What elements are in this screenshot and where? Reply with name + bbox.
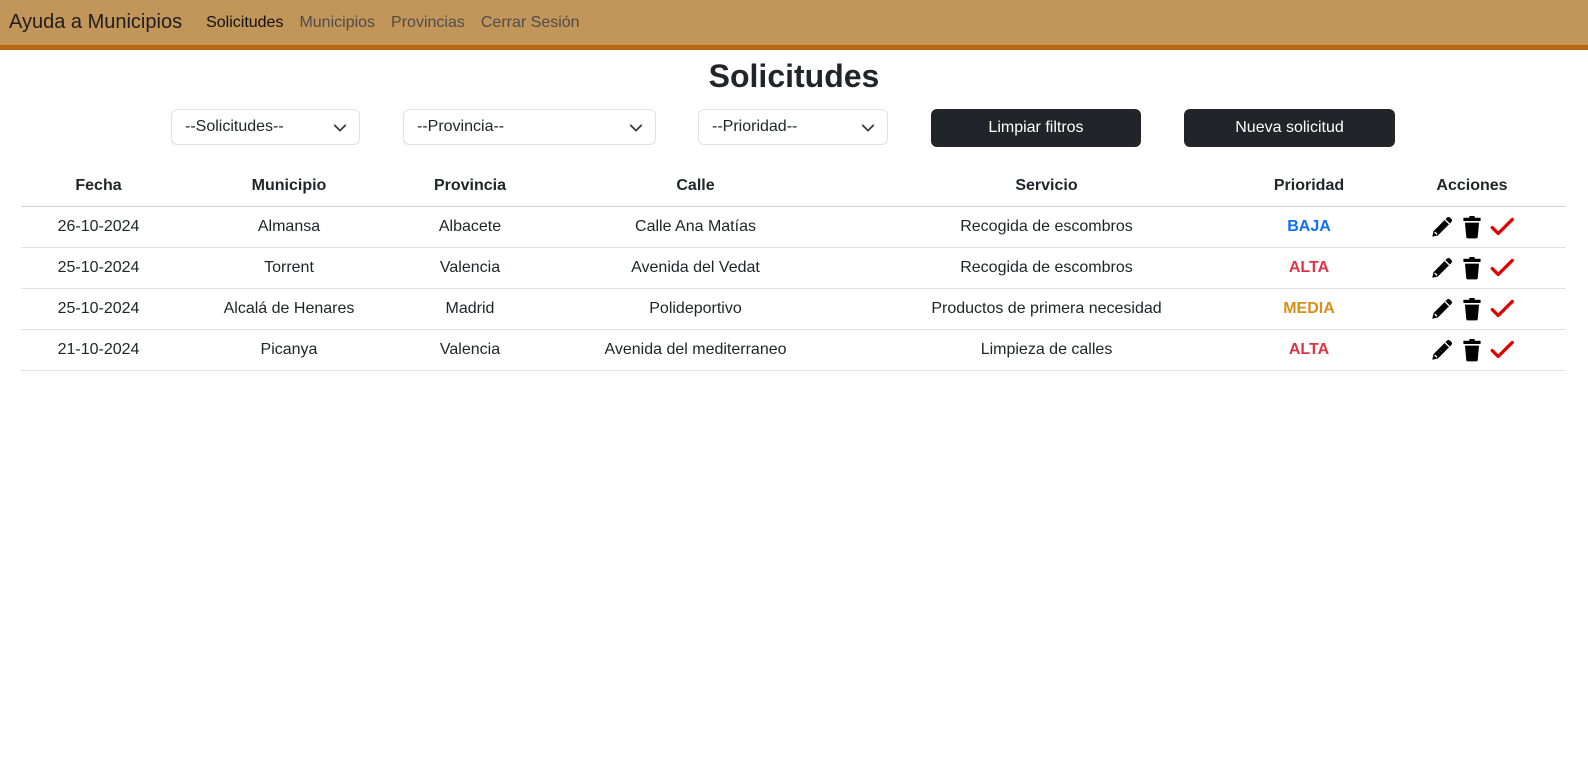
cell-acciones: [1378, 206, 1566, 248]
header-acciones: Acciones: [1378, 166, 1566, 207]
cell-municipio: Torrent: [176, 247, 402, 289]
cell-provincia: Albacete: [402, 206, 538, 248]
table-row: 25-10-2024 Torrent Valencia Avenida del Ved…: [21, 247, 1566, 289]
provincia-select-value: --Provincia--: [417, 118, 505, 135]
cell-prioridad: ALTA: [1240, 247, 1378, 289]
header-fecha: Fecha: [21, 166, 176, 207]
cell-servicio: Recogida de escombros: [853, 206, 1240, 248]
cell-calle: Calle Ana Matías: [538, 206, 853, 248]
trash-icon[interactable]: [1459, 214, 1485, 240]
cell-servicio: Recogida de escombros: [853, 247, 1240, 289]
check-icon[interactable]: [1489, 296, 1515, 322]
header-provincia: Provincia: [402, 166, 538, 207]
header-calle: Calle: [538, 166, 853, 207]
prioridad-select[interactable]: --Prioridad--: [698, 109, 888, 145]
prioridad-select-value: --Prioridad--: [712, 118, 798, 135]
cell-prioridad: ALTA: [1240, 329, 1378, 371]
cell-fecha: 25-10-2024: [21, 247, 176, 289]
chevron-down-icon: [861, 124, 875, 132]
chevron-down-icon: [333, 124, 347, 132]
cell-municipio: Alcalá de Henares: [176, 288, 402, 330]
header-servicio: Servicio: [853, 166, 1240, 207]
cell-calle: Polideportivo: [538, 288, 853, 330]
cell-servicio: Limpieza de calles: [853, 329, 1240, 371]
cell-fecha: 26-10-2024: [21, 206, 176, 248]
pencil-icon[interactable]: [1429, 337, 1455, 363]
trash-icon[interactable]: [1459, 337, 1485, 363]
check-icon[interactable]: [1489, 337, 1515, 363]
pencil-icon[interactable]: [1429, 255, 1455, 281]
cell-acciones: [1378, 247, 1566, 289]
cell-provincia: Valencia: [402, 329, 538, 371]
navbar: Ayuda a Municipios Solicitudes Municipio…: [0, 0, 1588, 50]
solicitudes-select[interactable]: --Solicitudes--: [171, 109, 360, 145]
nav-municipios[interactable]: Municipios: [299, 14, 375, 32]
check-icon[interactable]: [1489, 214, 1515, 240]
cell-prioridad: BAJA: [1240, 206, 1378, 248]
actions-group: [1378, 337, 1566, 363]
page-title: Solicitudes: [708, 58, 880, 94]
cell-calle: Avenida del mediterraneo: [538, 329, 853, 371]
pencil-icon[interactable]: [1429, 296, 1455, 322]
actions-group: [1378, 255, 1566, 281]
cell-prioridad: MEDIA: [1240, 288, 1378, 330]
trash-icon[interactable]: [1459, 255, 1485, 281]
filters-bar: --Solicitudes-- --Provincia-- --Priorida…: [0, 109, 1588, 147]
pencil-icon[interactable]: [1429, 214, 1455, 240]
cell-fecha: 25-10-2024: [21, 288, 176, 330]
cell-municipio: Almansa: [176, 206, 402, 248]
actions-group: [1378, 214, 1566, 240]
table-row: 21-10-2024 Picanya Valencia Avenida del med…: [21, 329, 1566, 371]
cell-municipio: Picanya: [176, 329, 402, 371]
header-municipio: Municipio: [176, 166, 402, 207]
new-request-button[interactable]: Nueva solicitud: [1184, 109, 1395, 147]
trash-icon[interactable]: [1459, 296, 1485, 322]
table-row: 25-10-2024 Alcalá de Henares Madrid Polidep…: [21, 288, 1566, 330]
nav-solicitudes[interactable]: Solicitudes: [206, 14, 283, 32]
cell-acciones: [1378, 288, 1566, 330]
brand[interactable]: Ayuda a Municipios: [9, 11, 182, 34]
nav-provincias[interactable]: Provincias: [391, 14, 465, 32]
clear-filters-button[interactable]: Limpiar filtros: [931, 109, 1141, 147]
cell-provincia: Valencia: [402, 247, 538, 289]
table-header-row: Fecha Municipio Provincia Calle Servicio…: [21, 166, 1566, 207]
cell-fecha: 21-10-2024: [21, 329, 176, 371]
check-icon[interactable]: [1489, 255, 1515, 281]
cell-provincia: Madrid: [402, 288, 538, 330]
requests-table: Fecha Municipio Provincia Calle Servicio…: [21, 166, 1566, 371]
nav-cerrar-sesion[interactable]: Cerrar Sesión: [481, 14, 580, 32]
cell-acciones: [1378, 329, 1566, 371]
solicitudes-select-value: --Solicitudes--: [185, 118, 284, 135]
cell-calle: Avenida del Vedat: [538, 247, 853, 289]
provincia-select[interactable]: --Provincia--: [403, 109, 656, 145]
cell-servicio: Productos de primera necesidad: [853, 288, 1240, 330]
header-prioridad: Prioridad: [1240, 166, 1378, 207]
chevron-down-icon: [629, 124, 643, 132]
table-row: 26-10-2024 Almansa Albacete Calle Ana Matía…: [21, 206, 1566, 248]
actions-group: [1378, 296, 1566, 322]
